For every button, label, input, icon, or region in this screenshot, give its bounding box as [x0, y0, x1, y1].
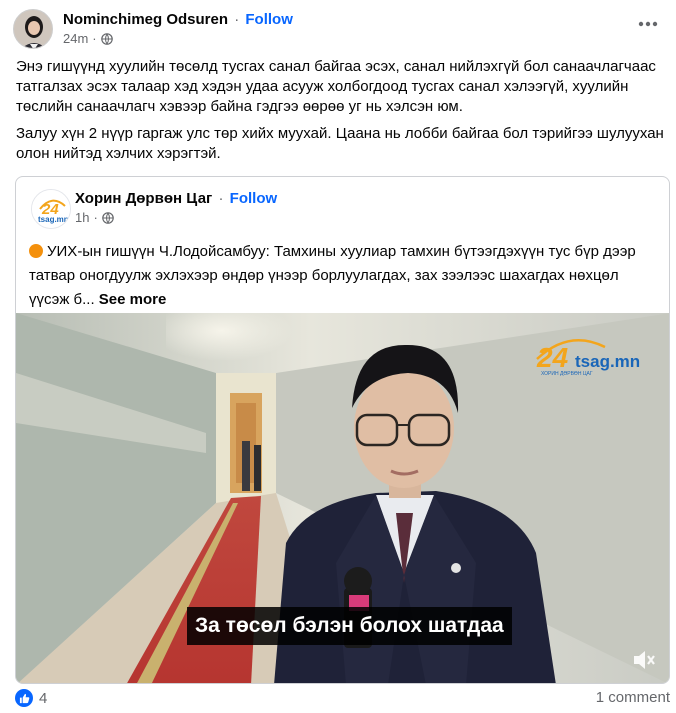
video-subtitle: За төсөл бэлэн болох шатдаа — [187, 607, 512, 645]
more-options-button[interactable] — [634, 14, 662, 34]
shared-follow-button[interactable]: Follow — [230, 190, 278, 207]
video-player[interactable]: 24 tsag.mn ХОРИН ДӨРВӨН ЦАГ За төсөл бэл… — [16, 313, 669, 683]
author-name[interactable]: Nominchimeg Odsuren — [63, 11, 228, 28]
shared-author-line: Хорин Дөрвөн Цаг · Follow — [75, 190, 277, 207]
shared-author-name[interactable]: Хорин Дөрвөн Цаг — [75, 190, 212, 207]
separator-dot: · — [92, 31, 97, 46]
author-avatar[interactable] — [13, 9, 53, 49]
svg-text:ХОРИН ДӨРВӨН ЦАГ: ХОРИН ДӨРВӨН ЦАГ — [541, 371, 593, 377]
facebook-post: Nominchimeg Odsuren · Follow 24m · Энэ г… — [0, 0, 676, 713]
see-more-link[interactable]: See more — [99, 291, 167, 308]
post-text-paragraph: Залуу хүн 2 нүүр гаргаж улс төр хийх муу… — [16, 125, 664, 162]
orange-circle-icon — [29, 244, 43, 258]
separator-dot: · — [234, 11, 240, 28]
volume-muted-icon[interactable] — [631, 647, 657, 673]
svg-text:24: 24 — [536, 342, 569, 373]
separator-dot: · — [93, 210, 98, 225]
post-meta: 24m · — [63, 31, 113, 46]
more-horizontal-icon — [638, 21, 658, 27]
comment-count[interactable]: 1 comment — [596, 689, 670, 706]
reaction-count[interactable]: 4 — [39, 690, 47, 707]
shared-post-card[interactable]: 24 tsag.mn Хорин Дөрвөн Цаг · Follow 1h … — [15, 176, 670, 684]
like-thumb-icon — [15, 689, 33, 707]
author-line: Nominchimeg Odsuren · Follow — [63, 11, 293, 28]
shared-author-avatar[interactable]: 24 tsag.mn — [31, 189, 71, 229]
globe-icon[interactable] — [100, 32, 113, 45]
follow-button[interactable]: Follow — [245, 11, 293, 28]
shared-post-text: УИХ-ын гишүүн Ч.Лодойсамбуу: Тамхины хуу… — [29, 240, 659, 312]
post-text-paragraph: Энэ гишүүнд хуулийн төсөлд тусгах санал … — [16, 58, 656, 115]
svg-text:tsag.mn: tsag.mn — [38, 215, 69, 224]
globe-icon[interactable] — [102, 211, 114, 224]
separator-dot: · — [218, 190, 224, 207]
post-timestamp[interactable]: 24m — [63, 31, 88, 46]
reaction-summary[interactable]: 4 — [15, 689, 47, 707]
tsag-watermark-logo: 24 tsag.mn ХОРИН ДӨРВӨН ЦАГ — [533, 335, 643, 382]
svg-text:tsag.mn: tsag.mn — [575, 352, 640, 371]
shared-timestamp[interactable]: 1h — [75, 210, 89, 225]
shared-post-meta: 1h · — [75, 210, 114, 225]
